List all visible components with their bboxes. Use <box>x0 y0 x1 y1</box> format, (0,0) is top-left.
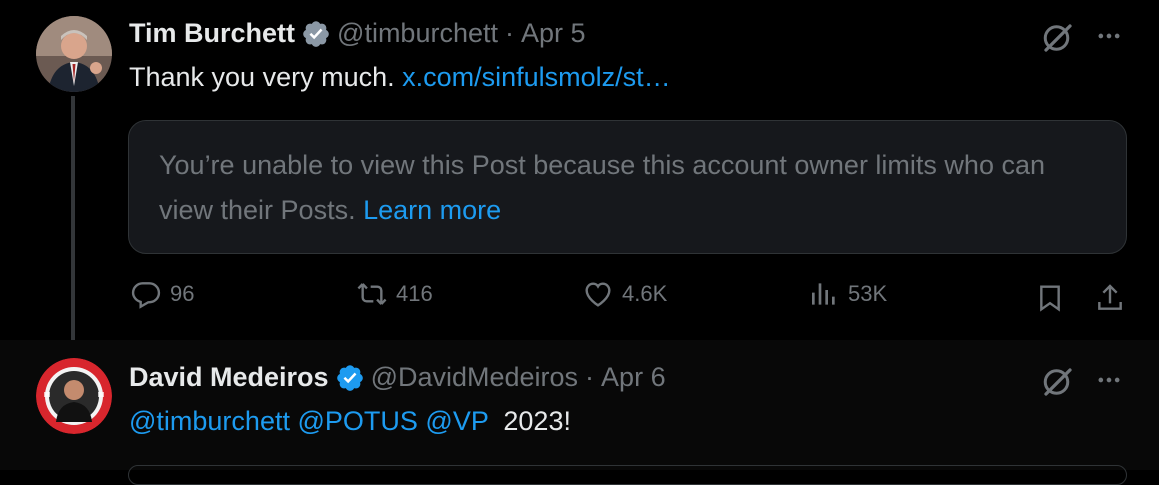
action-bar: 96 416 4.6K 53K <box>0 278 1159 318</box>
tweet-link[interactable]: x.com/sinfulsmolz/st… <box>402 62 671 92</box>
like-icon <box>585 282 611 307</box>
like-count: 4.6K <box>622 281 668 306</box>
post-date[interactable]: Apr 6 <box>601 362 666 393</box>
repost-button[interactable]: 416 <box>356 278 433 310</box>
tweet-text: Thank you very much. x.com/sinfulsmolz/s… <box>129 62 671 93</box>
tweet-header: Tim Burchett @timburchett · Apr 5 <box>129 18 586 49</box>
author-name[interactable]: Tim Burchett <box>129 18 295 49</box>
tweet-text: @timburchett @POTUS @VP 2023! <box>129 406 571 437</box>
share-icon[interactable] <box>1094 282 1126 314</box>
avatar[interactable] <box>36 16 112 92</box>
reply-icon <box>131 282 161 309</box>
embedded-card-edge[interactable] <box>128 465 1127 485</box>
grok-icon[interactable] <box>1040 20 1076 56</box>
grok-icon[interactable] <box>1040 364 1076 400</box>
separator: · <box>505 18 514 48</box>
post-date[interactable]: Apr 5 <box>521 18 586 49</box>
tweet-david-medeiros[interactable]: David Medeiros @DavidMedeiros · Apr 6 @t… <box>0 340 1159 485</box>
notice-text: You’re unable to view this Post because … <box>159 150 1045 225</box>
views-count: 53K <box>848 281 888 306</box>
verified-badge-icon <box>336 364 363 391</box>
avatar[interactable] <box>36 358 112 434</box>
tweet-text-content: Thank you very much. <box>129 62 403 92</box>
views-icon <box>812 283 835 305</box>
more-icon[interactable] <box>1095 22 1123 50</box>
mention-vp[interactable]: @VP <box>425 406 488 436</box>
repost-count: 416 <box>396 281 433 306</box>
verified-badge-icon <box>303 20 329 47</box>
bookmark-icon[interactable] <box>1034 282 1066 314</box>
author-handle[interactable]: @DavidMedeiros <box>371 362 578 393</box>
separator: · <box>585 362 595 392</box>
views-button[interactable]: 53K <box>808 278 887 310</box>
tweet-header: David Medeiros @DavidMedeiros · Apr 6 <box>129 362 666 393</box>
learn-more-link[interactable]: Learn more <box>363 195 501 225</box>
reply-count: 96 <box>170 281 195 306</box>
author-handle[interactable]: @timburchett <box>337 18 498 49</box>
mention-potus[interactable]: @POTUS <box>297 406 417 436</box>
more-icon[interactable] <box>1095 366 1123 394</box>
reply-button[interactable]: 96 <box>130 278 194 310</box>
restricted-post-notice: You’re unable to view this Post because … <box>128 120 1127 254</box>
mention-timburchett[interactable]: @timburchett <box>129 406 290 436</box>
like-button[interactable]: 4.6K <box>582 278 667 310</box>
tweet-text-content: 2023! <box>503 406 571 436</box>
author-name[interactable]: David Medeiros <box>129 362 329 393</box>
tweet-tim-burchett[interactable]: Tim Burchett @timburchett · Apr 5 Thank … <box>0 0 1159 352</box>
repost-icon <box>357 283 387 305</box>
